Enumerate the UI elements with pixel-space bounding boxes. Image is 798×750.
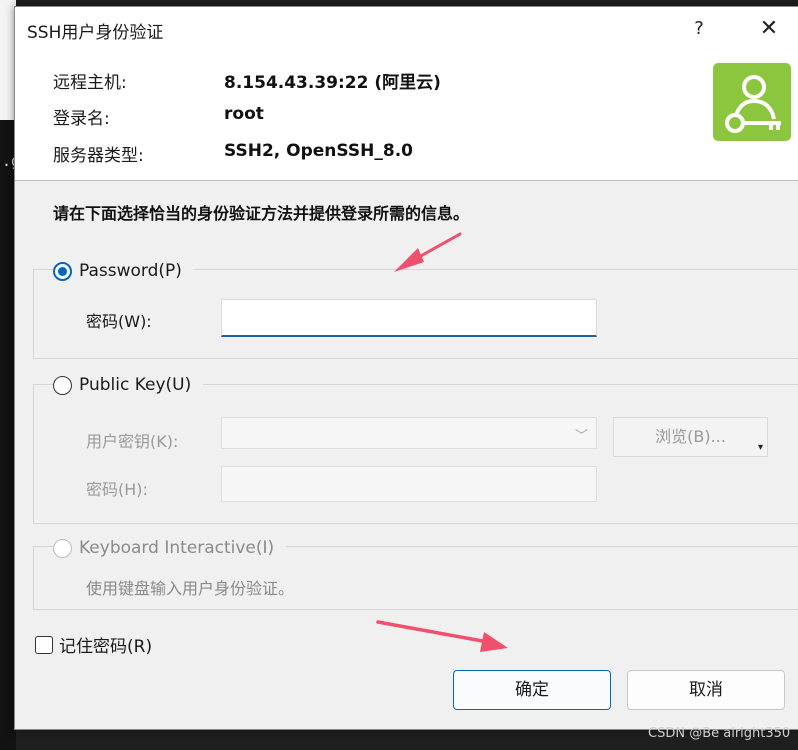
title-bar: SSH用户身份验证 ? ✕ <box>15 7 798 51</box>
password-radio-label: Password(P) <box>79 261 182 281</box>
login-name-label: 登录名: <box>53 109 110 129</box>
public-key-radio[interactable] <box>53 375 72 395</box>
remote-host-value: 8.154.43.39:22 (阿里云) <box>224 73 441 93</box>
browse-button[interactable]: 浏览(B)... ▾ <box>613 417 768 457</box>
keyboard-interactive-description: 使用键盘输入用户身份验证。 <box>86 579 295 598</box>
connection-info-panel: 远程主机: 8.154.43.39:22 (阿里云) 登录名: root 服务器… <box>15 51 798 181</box>
keyboard-interactive-radio-label: Keyboard Interactive(I) <box>79 538 275 558</box>
public-key-radio-label: Public Key(U) <box>79 375 192 395</box>
instruction-text: 请在下面选择恰当的身份验证方法并提供登录所需的信息。 <box>53 204 470 223</box>
public-key-radio-option[interactable]: Public Key(U) <box>53 375 204 395</box>
password-label: 密码(W): <box>86 312 152 331</box>
keyboard-interactive-radio[interactable] <box>53 538 72 558</box>
remember-password-checkbox[interactable] <box>35 635 53 654</box>
ok-button[interactable]: 确定 <box>453 670 611 710</box>
password-input[interactable] <box>221 299 597 337</box>
password-radio-option[interactable]: Password(P) <box>53 261 194 281</box>
server-type-value: SSH2, OpenSSH_8.0 <box>224 141 413 161</box>
password-radio[interactable] <box>53 261 72 281</box>
dialog-title: SSH用户身份验证 <box>27 23 164 43</box>
watermark: CSDN @Be alright350 <box>648 726 791 741</box>
user-key-select[interactable]: ﹀ <box>221 417 597 449</box>
chevron-down-icon: ﹀ <box>574 429 588 444</box>
server-type-label: 服务器类型: <box>53 146 144 166</box>
close-button[interactable]: ✕ <box>751 13 787 45</box>
keyboard-interactive-radio-option[interactable]: Keyboard Interactive(I) <box>53 538 287 558</box>
remember-password-label: 记住密码(R) <box>59 637 153 657</box>
user-key-label: 用户密钥(K): <box>86 432 179 451</box>
passphrase-input[interactable] <box>221 466 597 502</box>
user-key-icon <box>713 63 791 141</box>
login-name-value: root <box>224 104 264 124</box>
passphrase-label: 密码(H): <box>86 480 148 499</box>
browse-button-label: 浏览(B)... <box>655 427 726 446</box>
ssh-auth-dialog: SSH用户身份验证 ? ✕ 远程主机: 8.154.43.39:22 (阿里云)… <box>14 6 798 730</box>
dropdown-indicator-icon: ▾ <box>757 442 763 453</box>
remember-password-option[interactable]: 记住密码(R) <box>35 632 152 657</box>
remote-host-label: 远程主机: <box>53 73 127 93</box>
help-button[interactable]: ? <box>683 13 715 45</box>
cancel-button[interactable]: 取消 <box>627 670 785 710</box>
